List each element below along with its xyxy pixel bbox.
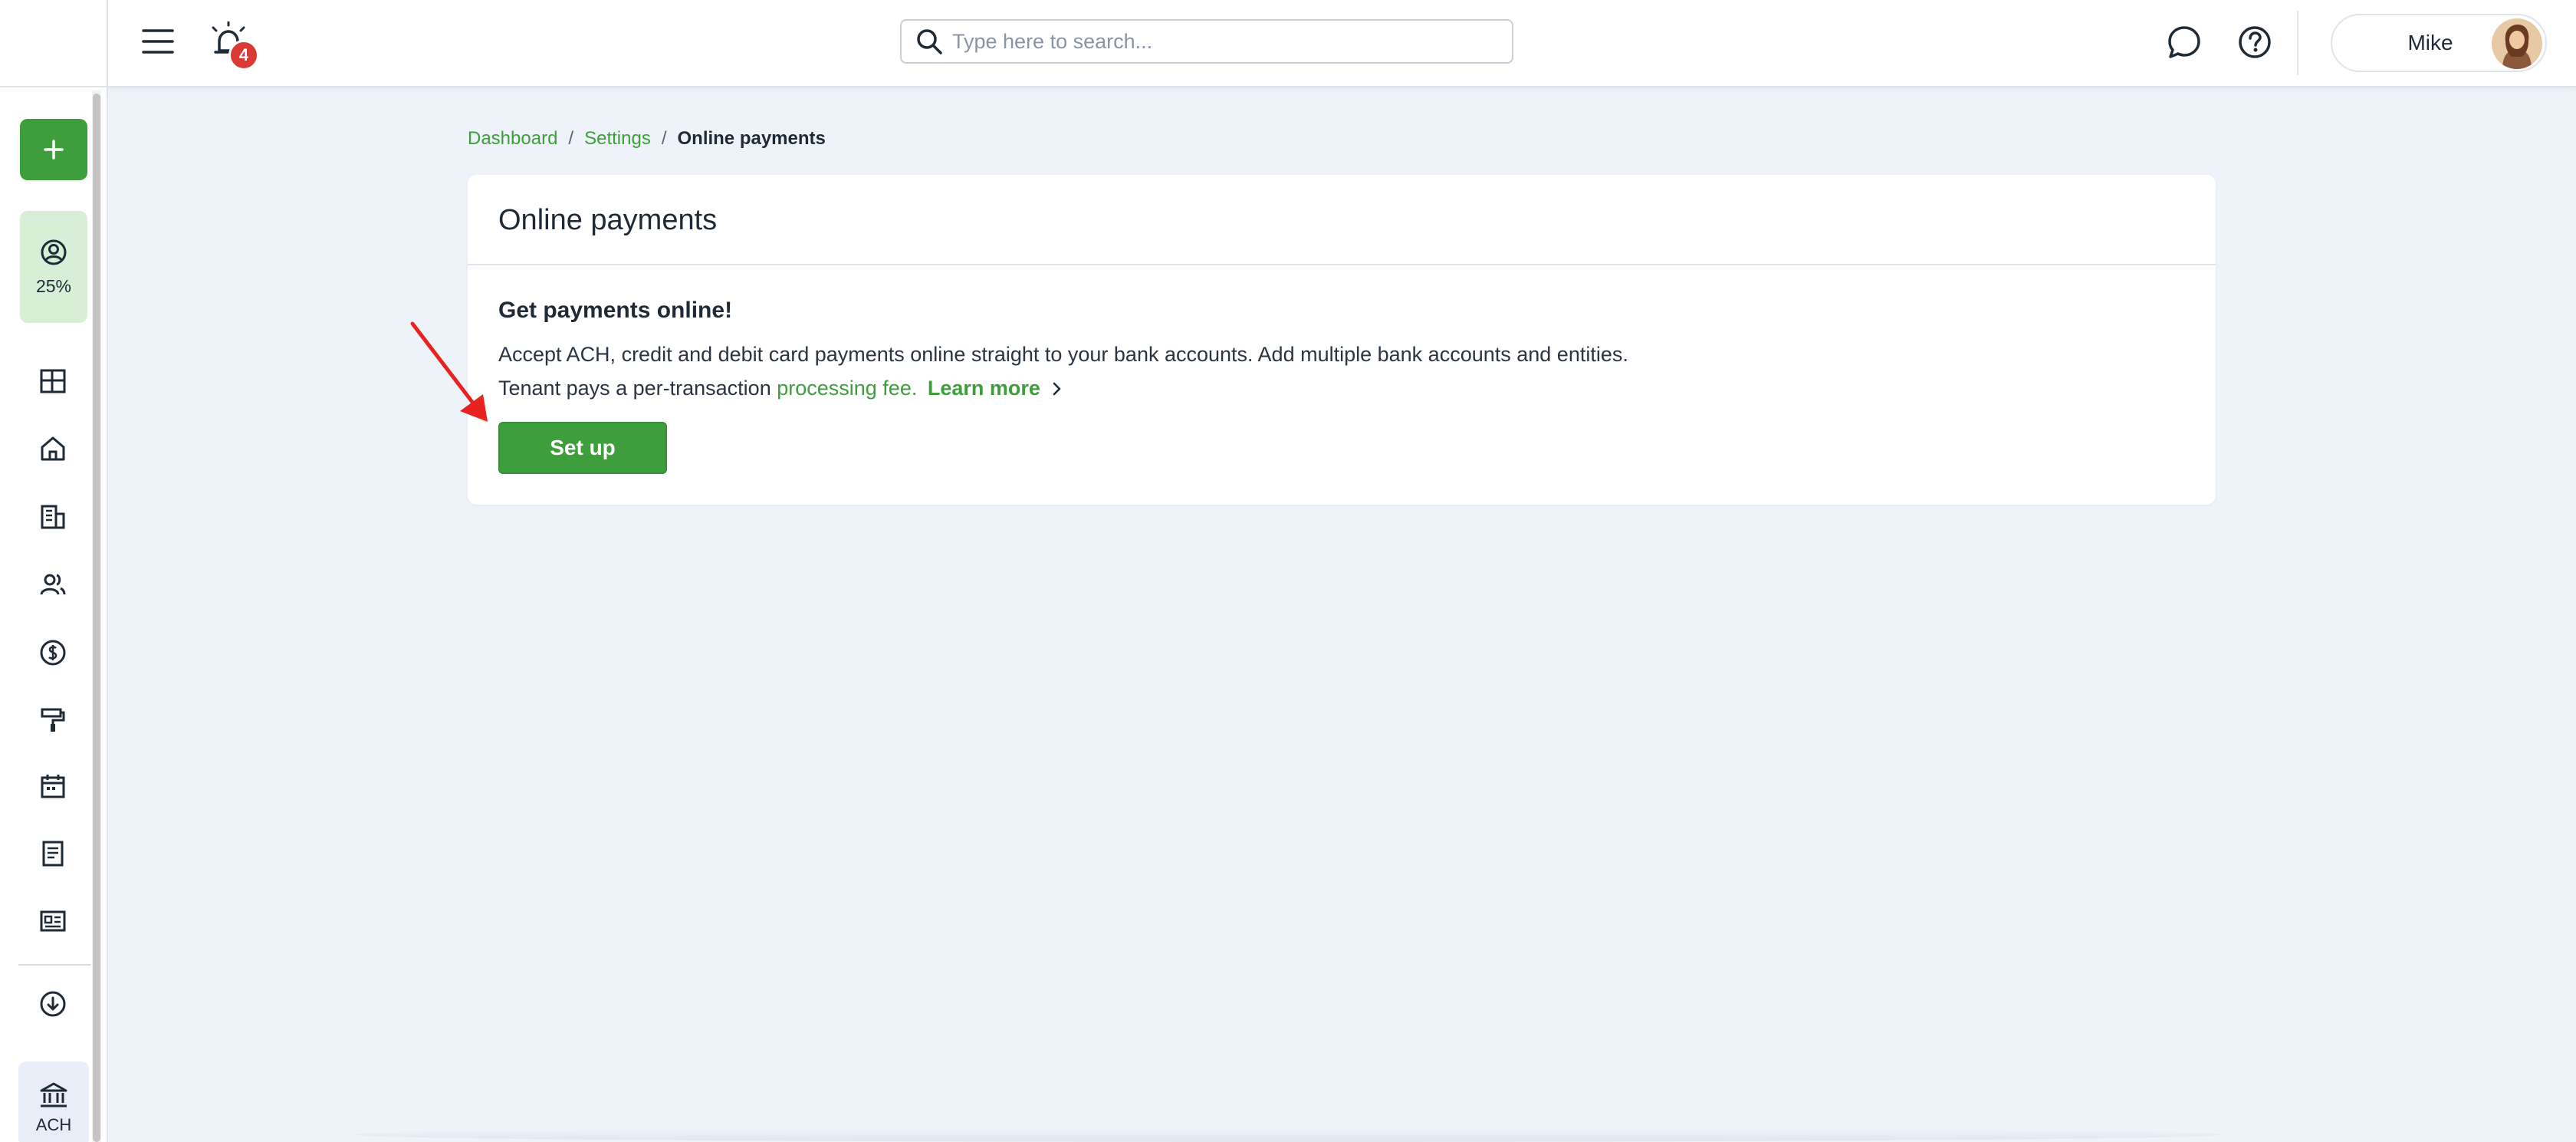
nav-reports[interactable] xyxy=(34,902,72,940)
add-new-button[interactable] xyxy=(20,119,87,180)
page-title: Online payments xyxy=(498,204,718,236)
notification-count-badge: 4 xyxy=(228,40,259,71)
avatar xyxy=(2492,18,2542,69)
chevron-right-icon xyxy=(1053,382,1061,396)
nav-units[interactable] xyxy=(34,498,72,536)
nav-downloads[interactable] xyxy=(34,985,72,1023)
dashboard-icon xyxy=(40,369,66,393)
profile-completion-card[interactable]: 25% xyxy=(20,211,87,323)
home-icon xyxy=(41,436,65,461)
card-subtitle: Get payments online! xyxy=(498,298,733,323)
question-circle-icon xyxy=(2239,26,2271,58)
learn-more-link[interactable]: Learn more xyxy=(928,377,1065,400)
help-button[interactable] xyxy=(2234,21,2275,63)
sidebar-logo-area xyxy=(0,0,108,87)
breadcrumb-separator: / xyxy=(661,128,667,149)
search-icon xyxy=(906,21,952,62)
profile-completion-percent: 25% xyxy=(35,275,72,296)
breadcrumb-current: Online payments xyxy=(677,128,826,149)
download-cloud-icon xyxy=(40,991,66,1017)
learn-more-label: Learn more xyxy=(927,377,1040,400)
nav-accounting[interactable] xyxy=(34,634,72,672)
search-input[interactable] xyxy=(952,29,1512,54)
nav-maintenance[interactable] xyxy=(34,701,72,739)
nav-calendar[interactable] xyxy=(34,767,72,805)
bank-icon xyxy=(40,1082,67,1107)
search-bar[interactable] xyxy=(900,19,1513,64)
online-payments-card: Online payments Get payments online! Acc… xyxy=(468,175,2216,505)
plus-icon xyxy=(44,140,64,160)
calendar-icon xyxy=(41,775,65,798)
menu-toggle-button[interactable] xyxy=(141,23,175,60)
id-card-icon xyxy=(40,910,66,932)
nav-properties[interactable] xyxy=(34,429,72,468)
chat-bubble-icon xyxy=(2168,26,2200,58)
breadcrumb-separator: / xyxy=(568,128,574,149)
nav-ach[interactable]: ACH xyxy=(18,1061,89,1142)
card-description: Accept ACH, credit and debit card paymen… xyxy=(498,337,1648,405)
annotation-arrow-icon xyxy=(410,321,488,422)
card-divider xyxy=(468,264,2216,265)
user-name: Mike xyxy=(2407,31,2453,54)
dollar-icon xyxy=(40,640,66,666)
breadcrumb-dashboard[interactable]: Dashboard xyxy=(468,128,557,150)
breadcrumb: Dashboard / Settings / Online payments xyxy=(468,126,826,152)
breadcrumb-settings[interactable]: Settings xyxy=(584,128,651,150)
building-icon xyxy=(41,505,65,529)
user-circle-icon xyxy=(41,239,67,265)
nav-documents[interactable] xyxy=(34,834,72,873)
people-icon xyxy=(40,574,66,595)
hamburger-icon xyxy=(142,29,174,54)
nav-people[interactable] xyxy=(34,565,72,604)
set-up-button[interactable]: Set up xyxy=(498,422,667,474)
document-icon xyxy=(42,841,64,867)
user-menu-button[interactable]: Mike xyxy=(2331,14,2547,72)
processing-fee-link[interactable]: processing fee. xyxy=(777,377,917,400)
sidebar-divider xyxy=(18,964,90,966)
ach-label: ACH xyxy=(35,1115,72,1134)
messages-button[interactable] xyxy=(2164,21,2205,63)
header-divider xyxy=(2297,11,2298,75)
paint-roller-icon xyxy=(41,708,65,732)
page-bottom-shadow xyxy=(353,1127,2223,1142)
sidebar-scrollbar-thumb[interactable] xyxy=(93,94,100,1142)
nav-dashboard[interactable] xyxy=(34,362,72,400)
